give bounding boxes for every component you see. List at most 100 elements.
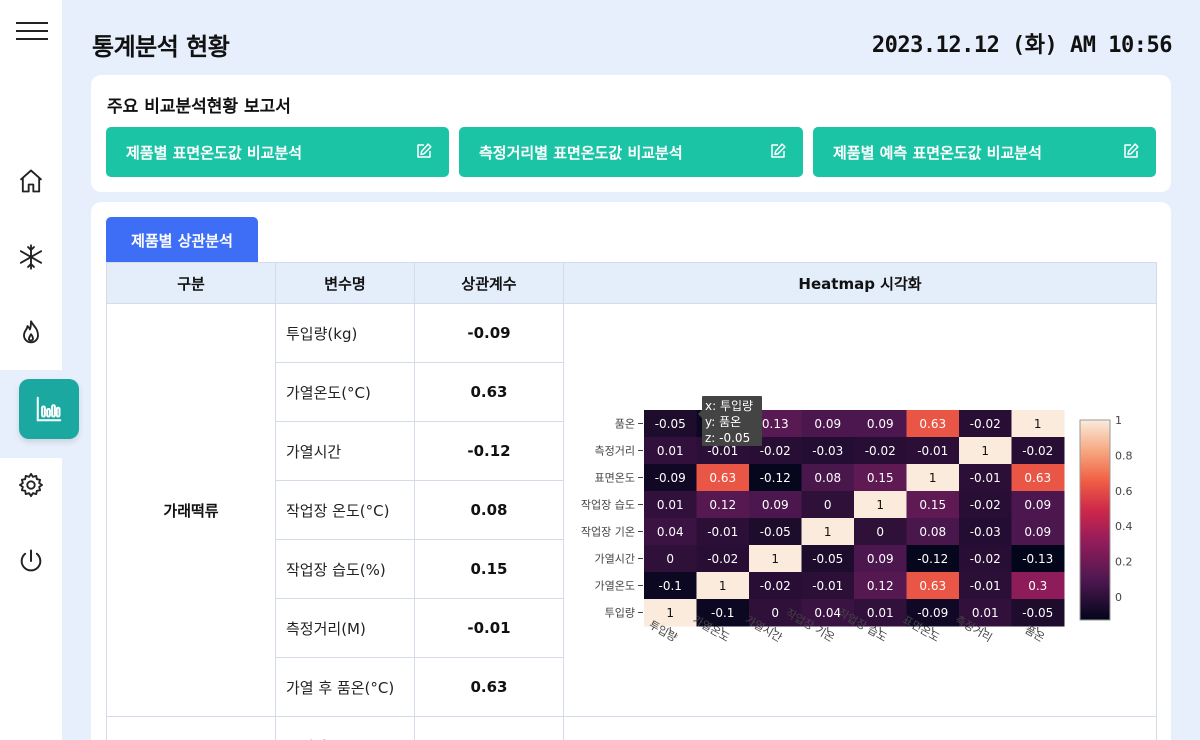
column-header: 변수명 [275, 262, 415, 304]
variable-name: 가열온도(°C) [275, 362, 415, 422]
heatmap-value: 0 [876, 525, 884, 539]
correlation-value: -0.09 [414, 303, 564, 363]
heatmap-value: 0.04 [657, 525, 684, 539]
gear-icon[interactable] [15, 469, 47, 501]
variable-name: 작업장 온도(°C) [275, 480, 415, 540]
report-title: 주요 비교분석현황 보고서 [107, 97, 291, 117]
colorbar-tick-label: 1 [1115, 414, 1122, 427]
heatmap-value: 1 [719, 579, 727, 593]
heatmap-value: 0.01 [867, 606, 894, 620]
heatmap-value: -0.02 [760, 579, 791, 593]
y-axis-label: 작업장 습도 [581, 499, 635, 512]
heatmap-value: 0 [666, 552, 674, 566]
tooltip-text: y: 품온 [705, 415, 741, 429]
y-axis-label: 가열온도 [595, 580, 635, 593]
heatmap-value: -0.05 [655, 417, 686, 431]
colorbar-tick-label: 0 [1115, 591, 1122, 604]
heatmap-value: -0.03 [812, 444, 843, 458]
heatmap-value: 1 [876, 498, 884, 512]
tooltip-text: z: -0.05 [705, 431, 750, 445]
heatmap-value: -0.01 [917, 444, 948, 458]
heatmap-value: 1 [929, 471, 937, 485]
variable-name: 투입량(kg) [275, 303, 415, 363]
report-button-label: 측정거리별 표면온도값 비교분석 [479, 143, 683, 162]
power-icon[interactable] [15, 545, 47, 577]
heatmap-value: 1 [666, 606, 674, 620]
flame-icon[interactable] [15, 317, 47, 349]
y-axis-label: 측정거리 [595, 445, 635, 458]
edit-icon [1122, 142, 1140, 164]
correlation-heatmap[interactable]: -0.05 -0.1 0.13 0.09 0.09 0.63 -0.02 1 0.01 -0.01… [564, 304, 1157, 714]
heatmap-value: -0.1 [659, 579, 682, 593]
heatmap-cell: -0.05 -0.1 0.13 0.09 0.09 0.63 -0.02 1 0.01 -0.01… [563, 303, 1157, 717]
correlation-value: 0.08 [414, 480, 564, 540]
home-icon[interactable] [15, 165, 47, 197]
edit-icon [769, 142, 787, 164]
heatmap-value: 0.09 [867, 417, 894, 431]
heatmap-value: 1 [771, 552, 779, 566]
correlation-value: 0.63 [414, 362, 564, 422]
colorbar-tick-label: 0.6 [1115, 485, 1133, 498]
correlation-table: 구분 변수명 상관계수 Heatmap 시각화 가래떡류 투입량(kg) -0.… [106, 262, 1157, 740]
heatmap-value: -0.12 [917, 552, 948, 566]
heatmap-value: 0.63 [919, 579, 946, 593]
heatmap-value: 0.63 [1024, 471, 1051, 485]
variable-name: 측정거리(M) [275, 598, 415, 658]
y-axis-label: 품온 [615, 418, 635, 431]
report-card: 주요 비교분석현황 보고서 제품별 표면온도값 비교분석 측정거리별 표면온도값… [91, 75, 1171, 192]
heatmap-value: 0.09 [762, 498, 789, 512]
correlation-value: 0.63 [414, 657, 564, 717]
heatmap-value: -0.05 [760, 525, 791, 539]
distance-surface-temp-compare-button[interactable]: 측정거리별 표면온도값 비교분석 [459, 127, 803, 177]
heatmap-value: 0.08 [919, 525, 946, 539]
statistics-chart-icon[interactable] [19, 379, 79, 439]
heatmap-value: 0.09 [867, 552, 894, 566]
heatmap-value: -0.01 [970, 579, 1001, 593]
variable-name: 투입량(kg) [275, 716, 415, 740]
heatmap-value: 0.12 [867, 579, 894, 593]
heatmap-value: 0.01 [657, 498, 684, 512]
y-axis-label: 표면온도 [595, 472, 635, 485]
table-header-row: 구분 변수명 상관계수 Heatmap 시각화 [106, 262, 1157, 304]
tab-product-correlation[interactable]: 제품별 상관분석 [106, 217, 258, 263]
heatmap-value: 0.09 [1024, 498, 1051, 512]
variable-name: 작업장 습도(%) [275, 539, 415, 599]
heatmap-value: -0.05 [812, 552, 843, 566]
heatmap-value: -0.01 [707, 525, 738, 539]
heatmap-value: 0.15 [867, 471, 894, 485]
snowflake-icon[interactable] [15, 241, 47, 273]
heatmap-value: 0.63 [919, 417, 946, 431]
heatmap-value: 0.12 [709, 498, 736, 512]
hamburger-menu-icon[interactable] [16, 22, 48, 42]
heatmap-value: 0.01 [657, 444, 684, 458]
y-axis-label: 작업장 기온 [581, 526, 635, 539]
heatmap-value: -0.02 [707, 552, 738, 566]
heatmap-value: -0.03 [970, 525, 1001, 539]
variable-name: 가열 후 품온(°C) [275, 657, 415, 717]
correlation-value: -0.11 [414, 716, 564, 740]
predicted-surface-temp-compare-button[interactable]: 제품별 예측 표면온도값 비교분석 [813, 127, 1156, 177]
y-axis-label: 가열시간 [595, 553, 635, 566]
tooltip-text: x: 투입량 [705, 399, 753, 413]
colorbar-tick-label: 0.2 [1115, 556, 1133, 569]
heatmap-value: -0.01 [970, 471, 1001, 485]
edit-icon [415, 142, 433, 164]
heatmap-value: 1 [824, 525, 832, 539]
heatmap-value: -0.1 [711, 606, 734, 620]
heatmap-value: -0.09 [655, 471, 686, 485]
correlation-value: -0.01 [414, 598, 564, 658]
heatmap-value: 0.13 [762, 417, 789, 431]
variable-name: 가열시간 [275, 421, 415, 481]
heatmap-value: 0.63 [709, 471, 736, 485]
table-row: 투입량(kg) -0.11 [106, 716, 1157, 740]
correlation-card: 제품별 상관분석 구분 변수명 상관계수 Heatmap 시각화 가래떡류 투입… [91, 202, 1171, 740]
product-surface-temp-compare-button[interactable]: 제품별 표면온도값 비교분석 [106, 127, 449, 177]
heatmap-value: 1 [1034, 417, 1042, 431]
heatmap-value: 0.08 [814, 471, 841, 485]
colorbar-tick-label: 0.4 [1115, 520, 1133, 533]
colorbar-tick-label: 0.8 [1115, 449, 1133, 462]
heatmap-value: -0.01 [812, 579, 843, 593]
datetime: 2023.12.12 (화) AM 10:56 [871, 33, 1173, 58]
report-button-label: 제품별 예측 표면온도값 비교분석 [833, 143, 1042, 162]
column-header: 구분 [106, 262, 276, 304]
